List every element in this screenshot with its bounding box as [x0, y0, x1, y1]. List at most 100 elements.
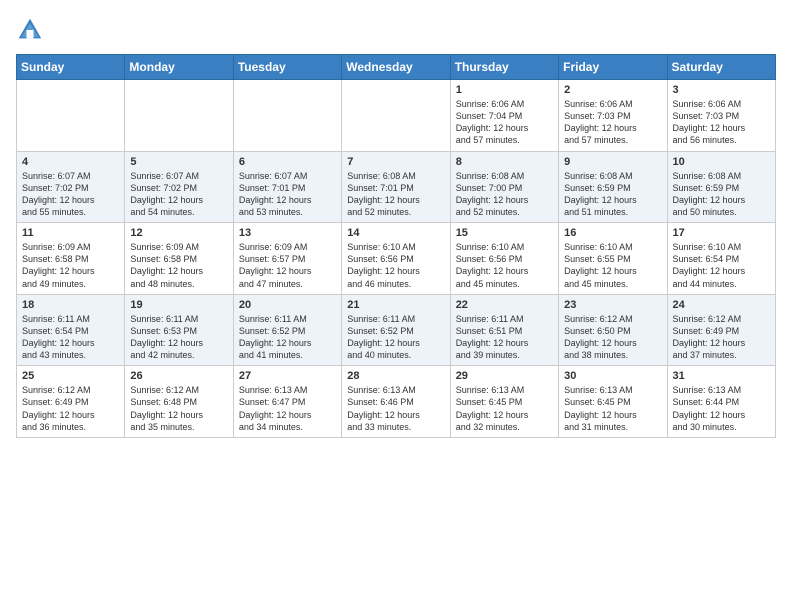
day-info: Sunrise: 6:10 AM Sunset: 6:54 PM Dayligh…: [673, 241, 770, 290]
calendar-cell: 5 Sunrise: 6:07 AM Sunset: 7:02 PM Daylig…: [125, 151, 233, 223]
day-info: Sunrise: 6:12 AM Sunset: 6:49 PM Dayligh…: [673, 313, 770, 362]
logo-icon: [16, 16, 44, 44]
calendar-cell: 17 Sunrise: 6:10 AM Sunset: 6:54 PM Dayli…: [667, 223, 775, 295]
day-info: Sunrise: 6:12 AM Sunset: 6:49 PM Dayligh…: [22, 384, 119, 433]
day-number: 24: [673, 299, 770, 311]
day-number: 5: [130, 156, 227, 168]
day-number: 7: [347, 156, 444, 168]
calendar-cell: 1 Sunrise: 6:06 AM Sunset: 7:04 PM Daylig…: [450, 80, 558, 152]
calendar-cell: 3 Sunrise: 6:06 AM Sunset: 7:03 PM Daylig…: [667, 80, 775, 152]
day-info: Sunrise: 6:08 AM Sunset: 7:00 PM Dayligh…: [456, 170, 553, 219]
calendar-cell: 30Sunrise: 6:13 AM Sunset: 6:45 PM Dayli…: [559, 366, 667, 438]
calendar-cell: [125, 80, 233, 152]
day-number: 30: [564, 370, 661, 382]
day-info: Sunrise: 6:13 AM Sunset: 6:47 PM Dayligh…: [239, 384, 336, 433]
day-info: Sunrise: 6:11 AM Sunset: 6:52 PM Dayligh…: [239, 313, 336, 362]
calendar-cell: 18 Sunrise: 6:11 AM Sunset: 6:54 PM Dayli…: [17, 294, 125, 366]
day-info: Sunrise: 6:11 AM Sunset: 6:53 PM Dayligh…: [130, 313, 227, 362]
day-info: Sunrise: 6:12 AM Sunset: 6:48 PM Dayligh…: [130, 384, 227, 433]
calendar-cell: 26 Sunrise: 6:12 AM Sunset: 6:48 PM Dayli…: [125, 366, 233, 438]
calendar-cell: [17, 80, 125, 152]
day-number: 11: [22, 227, 119, 239]
calendar-cell: 31 Sunrise: 6:13 AM Sunset: 6:44 PM Dayli…: [667, 366, 775, 438]
calendar-cell: 6 Sunrise: 6:07 AM Sunset: 7:01 PM Daylig…: [233, 151, 341, 223]
calendar-cell: 4Sunrise: 6:07 AM Sunset: 7:02 PM Daylig…: [17, 151, 125, 223]
calendar-cell: 8 Sunrise: 6:08 AM Sunset: 7:00 PM Daylig…: [450, 151, 558, 223]
day-number: 4: [22, 156, 119, 168]
calendar-cell: 12 Sunrise: 6:09 AM Sunset: 6:58 PM Dayli…: [125, 223, 233, 295]
day-number: 12: [130, 227, 227, 239]
day-info: Sunrise: 6:13 AM Sunset: 6:46 PM Dayligh…: [347, 384, 444, 433]
calendar-cell: 24 Sunrise: 6:12 AM Sunset: 6:49 PM Dayli…: [667, 294, 775, 366]
day-info: Sunrise: 6:08 AM Sunset: 6:59 PM Dayligh…: [673, 170, 770, 219]
day-number: 6: [239, 156, 336, 168]
day-number: 27: [239, 370, 336, 382]
day-number: 19: [130, 299, 227, 311]
day-number: 10: [673, 156, 770, 168]
calendar-week-3: 11 Sunrise: 6:09 AM Sunset: 6:58 PM Dayli…: [17, 223, 776, 295]
calendar-table: SundayMondayTuesdayWednesdayThursdayFrid…: [16, 54, 776, 438]
calendar-cell: 21 Sunrise: 6:11 AM Sunset: 6:52 PM Dayli…: [342, 294, 450, 366]
day-info: Sunrise: 6:10 AM Sunset: 6:55 PM Dayligh…: [564, 241, 661, 290]
day-number: 15: [456, 227, 553, 239]
day-number: 14: [347, 227, 444, 239]
logo: [16, 16, 48, 44]
weekday-header-friday: Friday: [559, 55, 667, 80]
day-info: Sunrise: 6:07 AM Sunset: 7:01 PM Dayligh…: [239, 170, 336, 219]
weekday-header-thursday: Thursday: [450, 55, 558, 80]
day-info: Sunrise: 6:10 AM Sunset: 6:56 PM Dayligh…: [456, 241, 553, 290]
calendar-cell: 25 Sunrise: 6:12 AM Sunset: 6:49 PM Dayli…: [17, 366, 125, 438]
calendar-cell: 14 Sunrise: 6:10 AM Sunset: 6:56 PM Dayli…: [342, 223, 450, 295]
calendar-cell: 27 Sunrise: 6:13 AM Sunset: 6:47 PM Dayli…: [233, 366, 341, 438]
day-info: Sunrise: 6:07 AM Sunset: 7:02 PM Dayligh…: [130, 170, 227, 219]
calendar-cell: 2Sunrise: 6:06 AM Sunset: 7:03 PM Daylig…: [559, 80, 667, 152]
weekday-header-monday: Monday: [125, 55, 233, 80]
day-info: Sunrise: 6:09 AM Sunset: 6:58 PM Dayligh…: [130, 241, 227, 290]
calendar-week-5: 25 Sunrise: 6:12 AM Sunset: 6:49 PM Dayli…: [17, 366, 776, 438]
day-info: Sunrise: 6:13 AM Sunset: 6:44 PM Dayligh…: [673, 384, 770, 433]
weekday-header-sunday: Sunday: [17, 55, 125, 80]
day-info: Sunrise: 6:13 AM Sunset: 6:45 PM Dayligh…: [456, 384, 553, 433]
day-number: 16: [564, 227, 661, 239]
day-number: 1: [456, 84, 553, 96]
day-number: 17: [673, 227, 770, 239]
day-number: 25: [22, 370, 119, 382]
weekday-header-wednesday: Wednesday: [342, 55, 450, 80]
day-number: 18: [22, 299, 119, 311]
calendar-week-1: 1 Sunrise: 6:06 AM Sunset: 7:04 PM Daylig…: [17, 80, 776, 152]
day-info: Sunrise: 6:08 AM Sunset: 6:59 PM Dayligh…: [564, 170, 661, 219]
weekday-header-tuesday: Tuesday: [233, 55, 341, 80]
calendar-cell: [342, 80, 450, 152]
calendar-cell: 19 Sunrise: 6:11 AM Sunset: 6:53 PM Dayli…: [125, 294, 233, 366]
day-info: Sunrise: 6:11 AM Sunset: 6:52 PM Dayligh…: [347, 313, 444, 362]
day-info: Sunrise: 6:12 AM Sunset: 6:50 PM Dayligh…: [564, 313, 661, 362]
calendar-cell: [233, 80, 341, 152]
day-number: 29: [456, 370, 553, 382]
day-number: 21: [347, 299, 444, 311]
calendar-cell: 7Sunrise: 6:08 AM Sunset: 7:01 PM Daylig…: [342, 151, 450, 223]
day-number: 26: [130, 370, 227, 382]
calendar-cell: 13Sunrise: 6:09 AM Sunset: 6:57 PM Dayli…: [233, 223, 341, 295]
day-number: 8: [456, 156, 553, 168]
day-number: 2: [564, 84, 661, 96]
calendar-week-2: 4 Sunrise: 6:07 AM Sunset: 7:02 PM Daylig…: [17, 151, 776, 223]
day-info: Sunrise: 6:06 AM Sunset: 7:04 PM Dayligh…: [456, 98, 553, 147]
day-info: Sunrise: 6:06 AM Sunset: 7:03 PM Dayligh…: [673, 98, 770, 147]
day-info: Sunrise: 6:10 AM Sunset: 6:56 PM Dayligh…: [347, 241, 444, 290]
weekday-header-row: SundayMondayTuesdayWednesdayThursdayFrid…: [17, 55, 776, 80]
weekday-header-saturday: Saturday: [667, 55, 775, 80]
calendar-cell: 20 Sunrise: 6:11 AM Sunset: 6:52 PM Dayli…: [233, 294, 341, 366]
calendar-cell: 10 Sunrise: 6:08 AM Sunset: 6:59 PM Dayli…: [667, 151, 775, 223]
day-number: 22: [456, 299, 553, 311]
calendar-cell: 28Sunrise: 6:13 AM Sunset: 6:46 PM Dayli…: [342, 366, 450, 438]
calendar-cell: 16 Sunrise: 6:10 AM Sunset: 6:55 PM Dayli…: [559, 223, 667, 295]
day-number: 31: [673, 370, 770, 382]
calendar-cell: 9Sunrise: 6:08 AM Sunset: 6:59 PM Daylig…: [559, 151, 667, 223]
day-number: 3: [673, 84, 770, 96]
calendar-cell: 29 Sunrise: 6:13 AM Sunset: 6:45 PM Dayli…: [450, 366, 558, 438]
calendar-cell: 22Sunrise: 6:11 AM Sunset: 6:51 PM Dayli…: [450, 294, 558, 366]
day-info: Sunrise: 6:09 AM Sunset: 6:58 PM Dayligh…: [22, 241, 119, 290]
day-info: Sunrise: 6:11 AM Sunset: 6:54 PM Dayligh…: [22, 313, 119, 362]
day-number: 20: [239, 299, 336, 311]
calendar-week-4: 18 Sunrise: 6:11 AM Sunset: 6:54 PM Dayli…: [17, 294, 776, 366]
